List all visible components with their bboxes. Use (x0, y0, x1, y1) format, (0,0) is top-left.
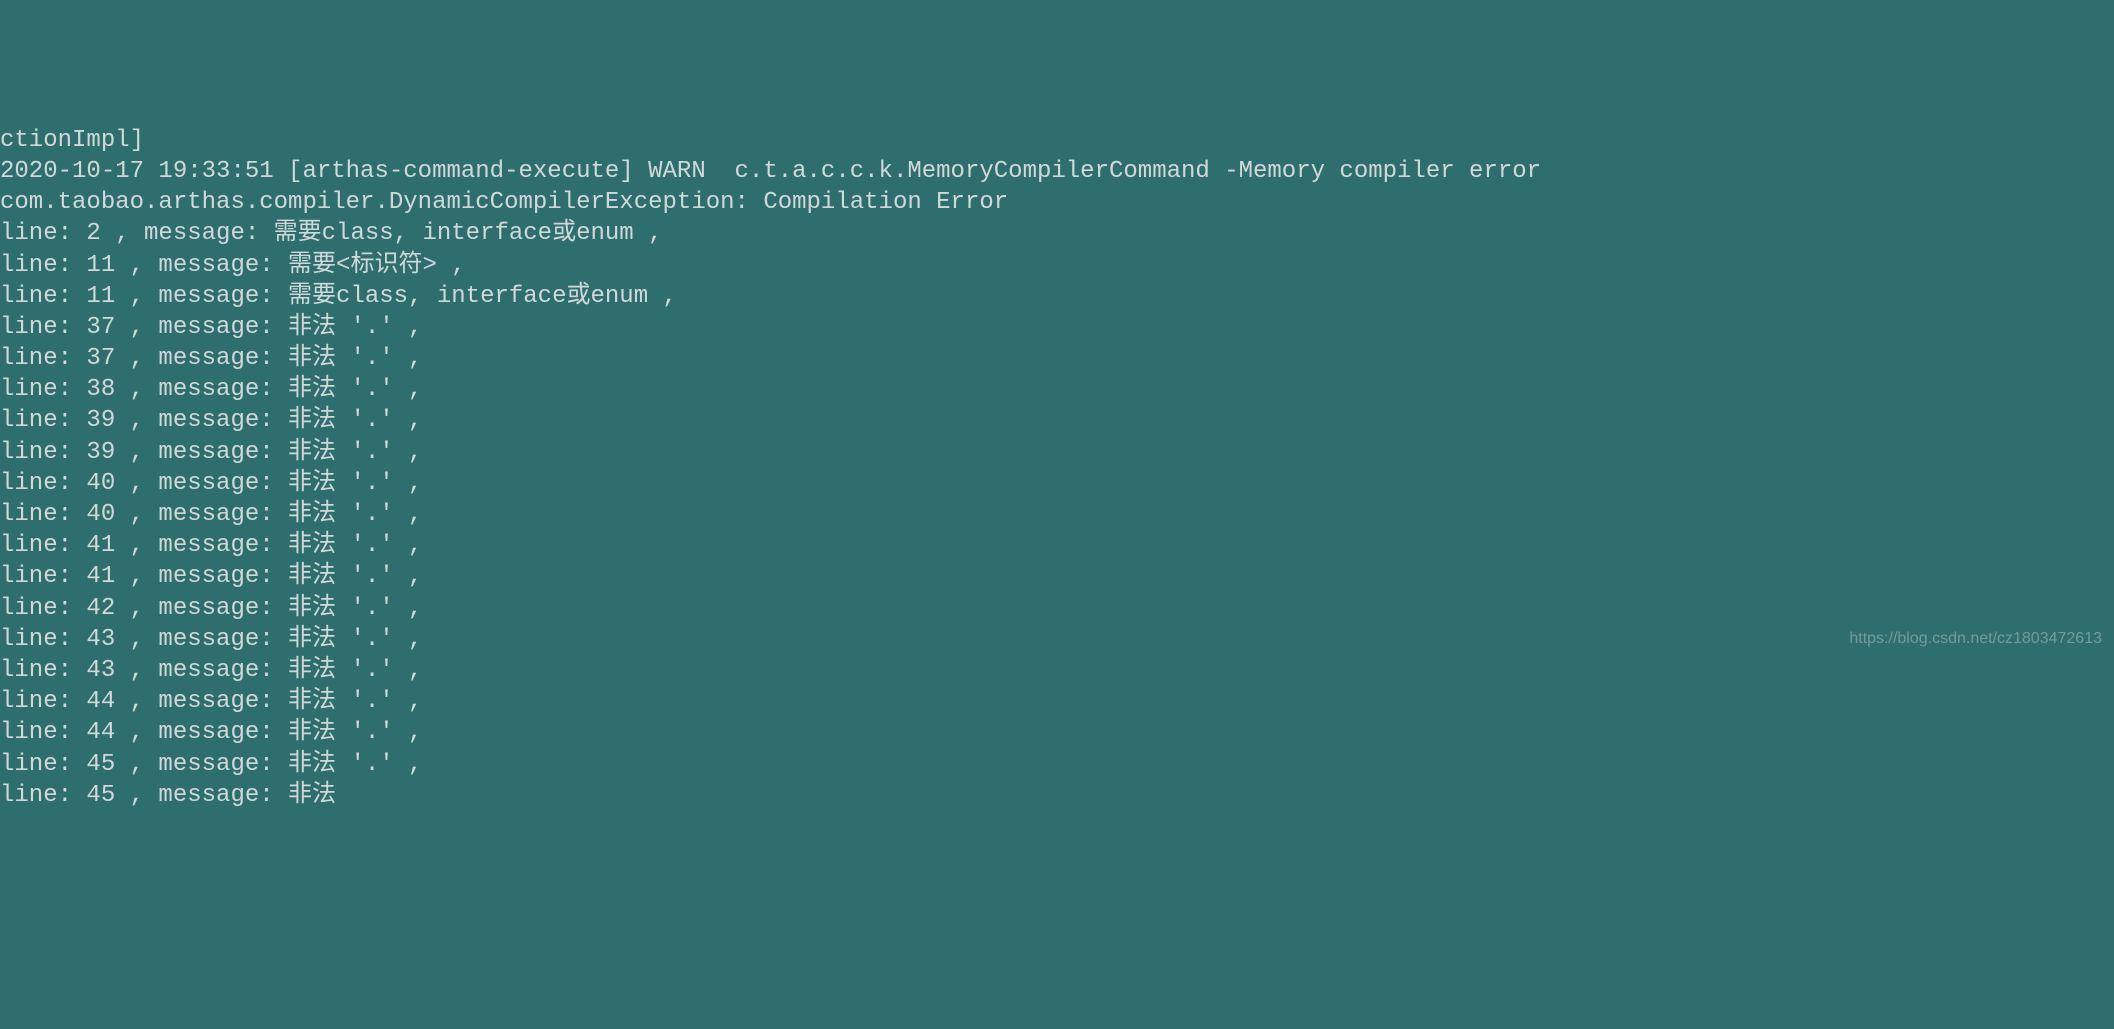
compiler-error-list: line: 2 , message: 需要class, interface或en… (0, 220, 677, 808)
terminal-output: ctionImpl]2020-10-17 19:33:51 [arthas-co… (0, 125, 2114, 811)
watermark-text: https://blog.csdn.net/cz1803472613 (1849, 629, 2102, 650)
exception-line: com.taobao.arthas.compiler.DynamicCompil… (0, 187, 2114, 218)
log-warn-line: 2020-10-17 19:33:51 [arthas-command-exec… (0, 156, 2114, 187)
partial-top-line: ctionImpl] (0, 125, 2114, 156)
